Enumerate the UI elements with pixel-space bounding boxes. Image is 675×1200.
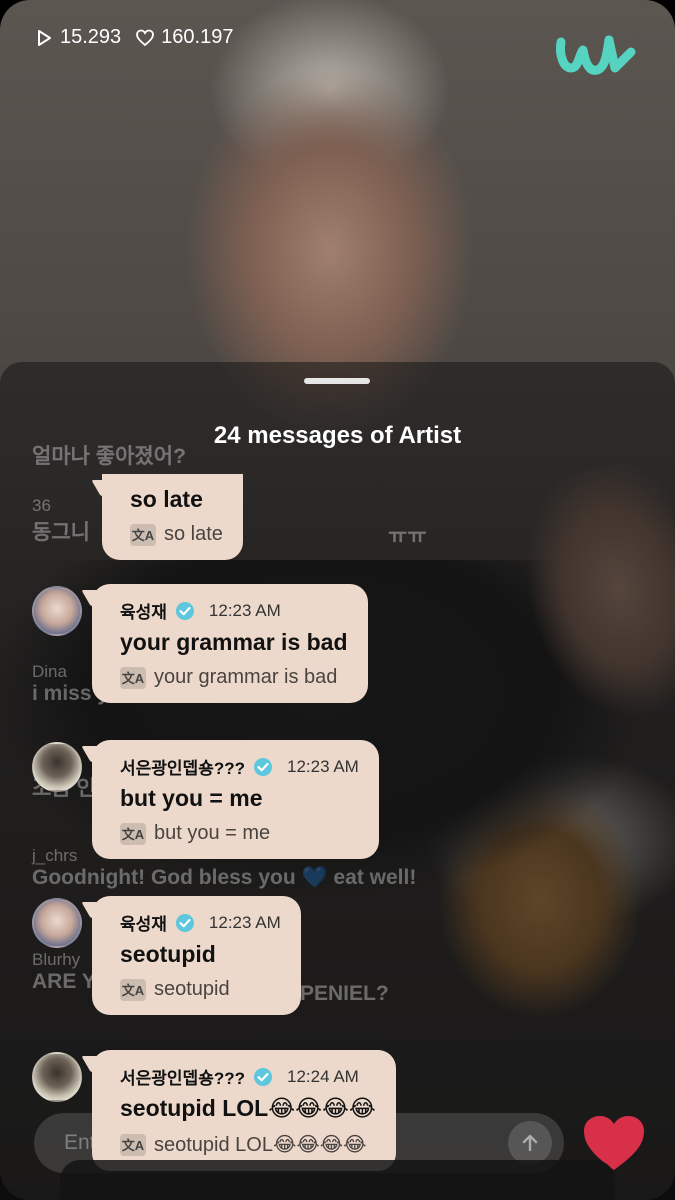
message-time: 12:23 AM xyxy=(287,756,359,776)
background-chat-item: PENIEL? xyxy=(300,982,389,1005)
avatar[interactable] xyxy=(32,898,82,948)
avatar[interactable] xyxy=(32,1052,82,1102)
send-arrow-icon xyxy=(522,1134,538,1152)
message-translation: 文A seotupid xyxy=(120,978,230,1001)
send-button[interactable] xyxy=(508,1121,552,1165)
author-name: 서은광인뎁숑??? xyxy=(120,759,245,778)
likes-stat: 160.197 xyxy=(135,26,233,49)
artist-message: 서은광인뎁숑??? 12:23 AM but you = me 文A but y… xyxy=(32,740,379,859)
translate-icon[interactable]: 文A xyxy=(120,822,146,845)
message-text: seotupid xyxy=(120,941,216,967)
message-bubble[interactable]: so late 文A so late xyxy=(102,474,243,560)
avatar[interactable] xyxy=(32,742,82,792)
author-name: 육성재 xyxy=(120,915,167,934)
translate-icon[interactable]: 文A xyxy=(120,978,146,1001)
plays-count: 15.293 xyxy=(60,26,122,48)
avatar[interactable] xyxy=(32,586,82,636)
message-time: 12:24 AM xyxy=(287,1066,359,1086)
weverse-logo[interactable] xyxy=(553,28,639,84)
artist-message: so late 文A so late xyxy=(92,474,243,560)
translate-icon[interactable]: 文A xyxy=(120,1133,146,1156)
verified-badge-icon xyxy=(175,913,194,932)
message-bubble[interactable]: 육성재 12:23 AM seotupid 文A seotupid xyxy=(92,896,301,1015)
message-translation: 文A seotupid LOL😂😂😂😂 xyxy=(120,1133,367,1156)
message-text: so late xyxy=(130,486,203,512)
message-translation: 文A so late xyxy=(130,523,223,546)
artist-message: 육성재 12:23 AM your grammar is bad 文A your… xyxy=(32,584,368,703)
message-bubble[interactable]: 육성재 12:23 AM your grammar is bad 文A your… xyxy=(92,584,368,703)
verified-badge-icon xyxy=(254,1067,272,1086)
message-translation: 文A but you = me xyxy=(120,822,271,845)
translate-icon[interactable]: 文A xyxy=(120,666,146,689)
message-time: 12:23 AM xyxy=(208,600,281,620)
heart-outline-icon xyxy=(136,29,155,46)
author-name: 육성재 xyxy=(120,603,167,622)
message-translation: 文A your grammar is bad xyxy=(120,666,338,689)
bottom-sheet-edge xyxy=(60,1160,615,1200)
message-time: 12:23 AM xyxy=(208,912,281,932)
message-bubble[interactable]: 서은광인뎁숑??? 12:24 AM seotupid LOL😂😂😂😂 文A s… xyxy=(92,1050,396,1171)
verified-badge-icon xyxy=(254,757,272,776)
author-name: 서은광인뎁숑??? xyxy=(120,1069,245,1088)
artist-message: 육성재 12:23 AM seotupid 文A seotupid xyxy=(32,896,301,1015)
background-chat-item: 얼마나 좋아졌어? xyxy=(32,445,186,468)
background-chat-item: ㅠㅠ xyxy=(388,525,427,548)
plays-stat: 15.293 xyxy=(34,26,121,49)
translate-icon[interactable]: 文A xyxy=(130,523,156,546)
artist-message: 서은광인뎁숑??? 12:24 AM seotupid LOL😂😂😂😂 文A s… xyxy=(32,1050,396,1171)
verified-badge-icon xyxy=(175,601,194,620)
message-text: but you = me xyxy=(120,785,263,811)
message-text: your grammar is bad xyxy=(120,629,348,655)
play-icon xyxy=(38,29,51,46)
live-stats: 15.293 160.197 xyxy=(34,26,233,49)
background-chat-item: 36 동그니 xyxy=(32,496,90,544)
likes-count: 160.197 xyxy=(161,26,234,48)
message-bubble[interactable]: 서은광인뎁숑??? 12:23 AM but you = me 文A but y… xyxy=(92,740,379,859)
panel-drag-handle[interactable] xyxy=(304,378,370,384)
message-text: seotupid LOL😂😂😂😂 xyxy=(120,1095,376,1121)
